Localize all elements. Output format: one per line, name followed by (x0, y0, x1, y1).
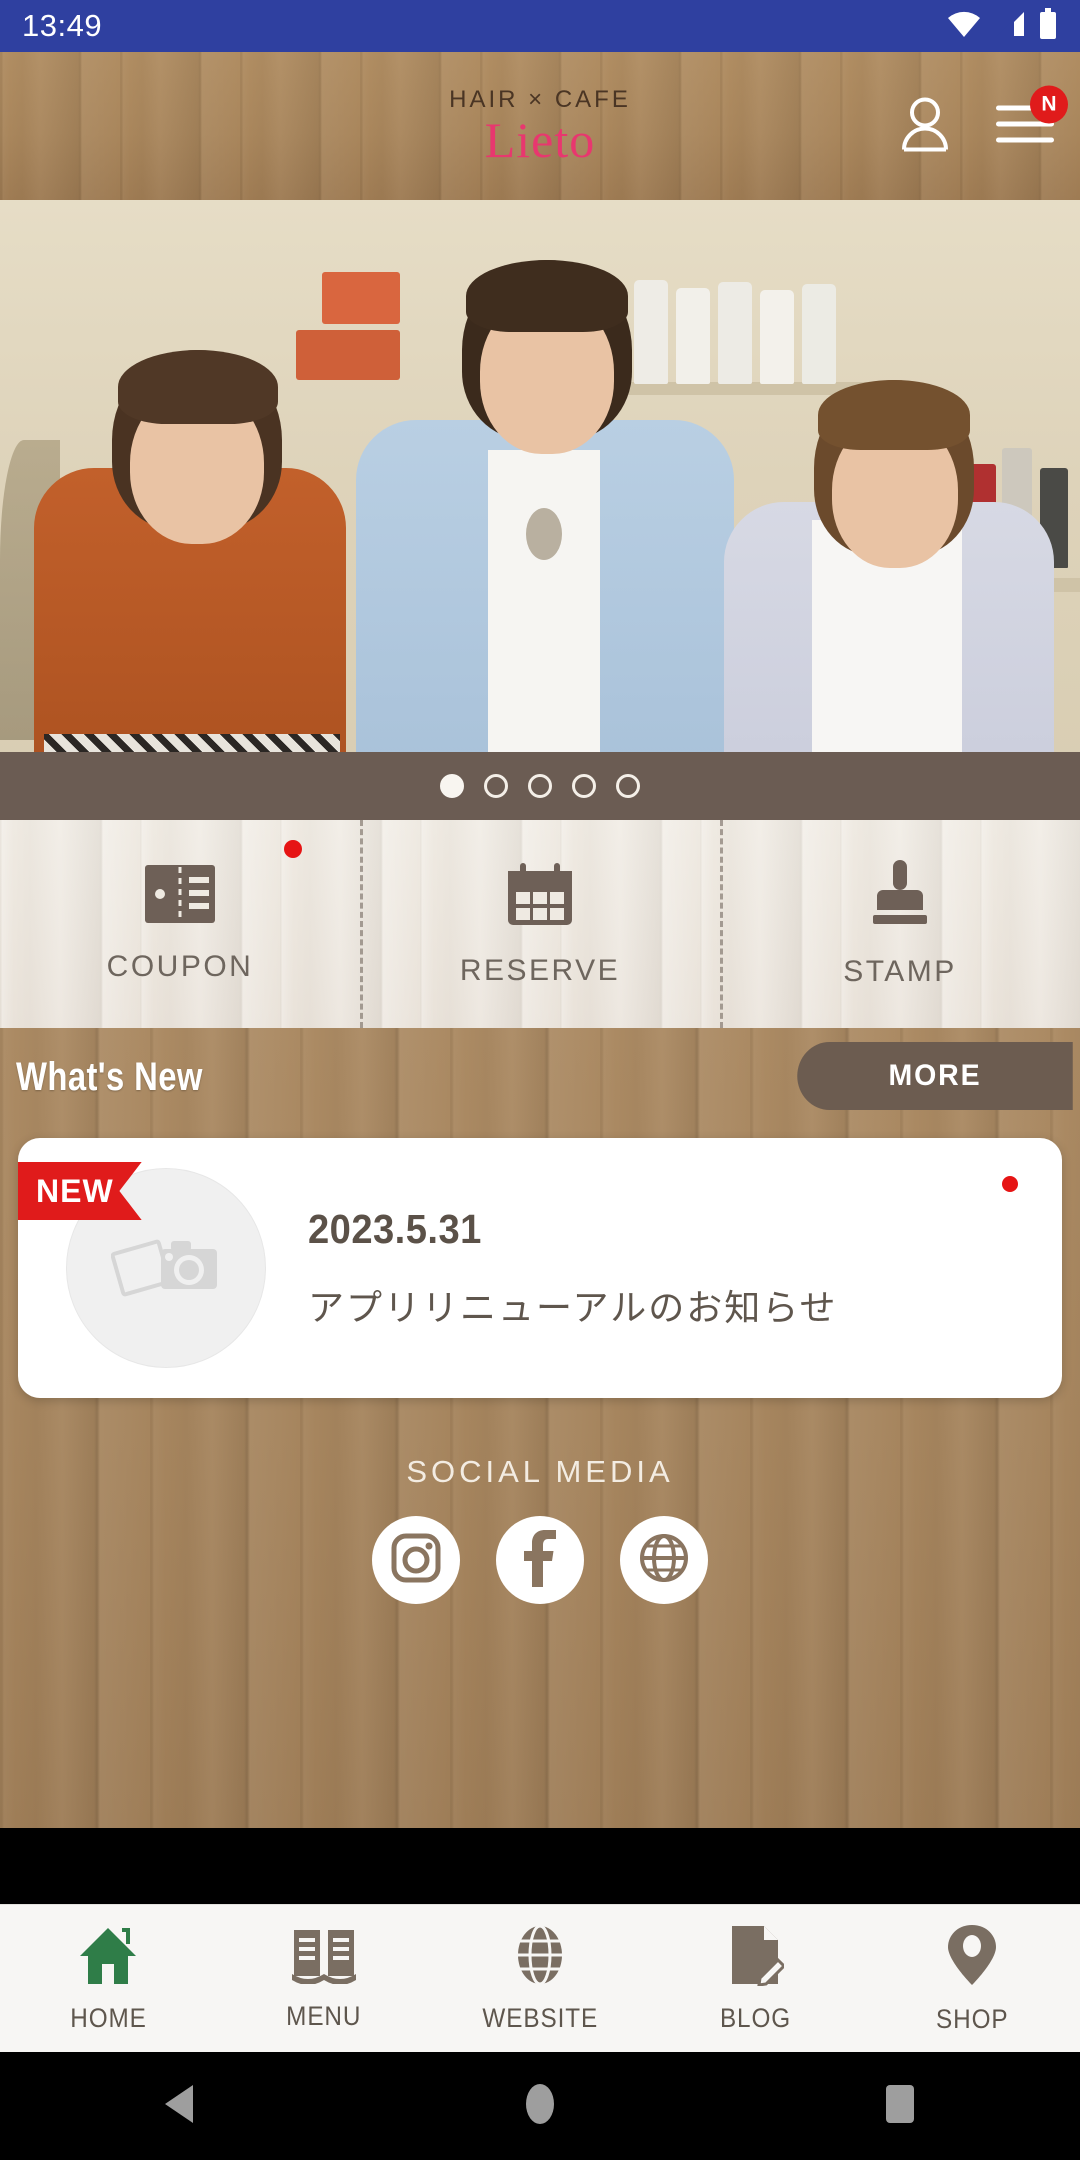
quick-action-label: STAMP (843, 954, 957, 988)
quick-action-stamp[interactable]: STAMP (720, 820, 1080, 1028)
wifi-icon (946, 9, 982, 44)
bottom-tab-bar: HOME MENU WEBSITE BLOG SHOP (0, 1904, 1080, 2052)
tab-blog[interactable]: BLOG (648, 1905, 864, 2052)
quick-action-label: COUPON (106, 949, 254, 983)
home-icon (76, 1924, 140, 1991)
hamburger-menu-icon (996, 105, 1054, 150)
main-content: What's New MORE NEW 2023.5.31 アプリリニューアルの… (0, 1028, 1080, 1828)
book-icon (290, 1926, 358, 1989)
social-link-instagram[interactable] (372, 1516, 460, 1604)
header-actions: N (898, 85, 1068, 157)
back-triangle-icon (161, 2083, 199, 2130)
coupon-ticket-icon (145, 864, 215, 928)
map-pin-icon (946, 1923, 998, 1992)
android-recents-button[interactable] (840, 2052, 960, 2160)
carousel-dot-3[interactable] (528, 774, 552, 798)
news-text-block: 2023.5.31 アプリリニューアルのお知らせ (308, 1206, 837, 1331)
photo-camera-placeholder-icon (110, 1227, 221, 1310)
hero-carousel[interactable] (0, 200, 1080, 820)
news-date: 2023.5.31 (308, 1205, 482, 1252)
quick-action-reserve[interactable]: RESERVE (360, 820, 720, 1028)
globe-icon (511, 1924, 569, 1991)
menu-button[interactable]: N (996, 85, 1068, 151)
menu-notification-badge: N (1030, 85, 1068, 124)
carousel-dot-1[interactable] (440, 774, 464, 798)
carousel-dot-4[interactable] (572, 774, 596, 798)
facebook-icon (514, 1529, 566, 1592)
calendar-icon (506, 861, 574, 932)
news-title: アプリリニューアルのお知らせ (308, 1286, 838, 1328)
social-media-title: SOCIAL MEDIA (406, 1454, 674, 1489)
carousel-dot-2[interactable] (484, 774, 508, 798)
hero-slide-image (0, 200, 1080, 820)
tab-website[interactable]: WEBSITE (432, 1905, 648, 2052)
recents-square-icon (883, 2083, 917, 2130)
person-icon (898, 97, 952, 156)
cellular-signal-icon (994, 9, 1026, 44)
android-home-button[interactable] (480, 2052, 600, 2160)
instagram-icon (390, 1532, 442, 1589)
tab-label: MENU (286, 2000, 362, 2031)
stamp-icon (869, 859, 931, 933)
tab-label: BLOG (720, 2002, 792, 2033)
social-media-section: SOCIAL MEDIA (0, 1454, 1080, 1604)
android-back-button[interactable] (120, 2052, 240, 2160)
social-media-links (0, 1516, 1080, 1604)
tab-home[interactable]: HOME (0, 1905, 216, 2052)
whats-new-header: What's New MORE (0, 1028, 1080, 1126)
status-bar-clock: 13:49 (22, 8, 103, 43)
whats-new-more-button[interactable]: MORE (797, 1042, 1073, 1110)
battery-icon (1038, 7, 1058, 45)
document-pen-icon (728, 1924, 787, 1991)
whats-new-title: What's New (16, 1054, 203, 1099)
tab-shop[interactable]: SHOP (864, 1905, 1080, 2052)
account-button[interactable] (898, 96, 952, 157)
carousel-pagination[interactable] (0, 752, 1080, 820)
quick-actions-row: COUPON RESERVE STAMP (0, 820, 1080, 1028)
tab-menu[interactable]: MENU (216, 1905, 432, 2052)
social-link-website[interactable] (620, 1516, 708, 1604)
tab-label: SHOP (935, 2003, 1009, 2034)
news-list-item[interactable]: NEW 2023.5.31 アプリリニューアルのお知らせ (18, 1138, 1062, 1398)
tab-label: WEBSITE (482, 2002, 598, 2033)
social-link-facebook[interactable] (496, 1516, 584, 1604)
quick-action-label: RESERVE (459, 953, 621, 987)
carousel-dot-5[interactable] (616, 774, 640, 798)
status-bar: 13:49 (0, 0, 1080, 52)
home-circle-icon (523, 2082, 557, 2131)
android-navigation-bar (0, 2052, 1080, 2160)
tab-label: HOME (69, 2002, 147, 2033)
coupon-notification-dot (284, 840, 302, 858)
app-header: HAIR × CAFE Lieto N (0, 52, 1080, 200)
news-unread-dot (1002, 1176, 1018, 1192)
status-bar-icons (946, 7, 1058, 45)
website-globe-icon (638, 1532, 690, 1589)
quick-action-coupon[interactable]: COUPON (0, 820, 360, 1028)
